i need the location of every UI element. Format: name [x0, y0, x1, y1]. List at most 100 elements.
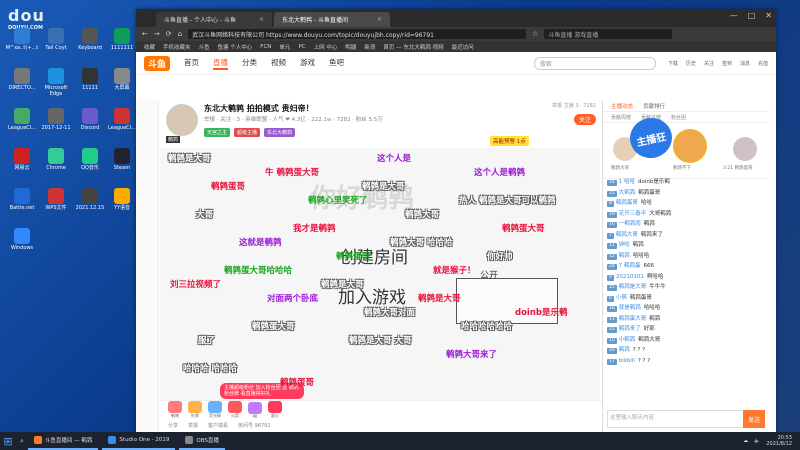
bookmark-item[interactable]: 最近访问	[452, 43, 474, 51]
bookmark-item[interactable]: 斗鱼	[199, 43, 210, 51]
chat-message[interactable]: 16 一鹌鹑雨 鹌鹑	[603, 219, 769, 230]
nav-item[interactable]: 分类	[242, 57, 257, 70]
desktop-icon[interactable]: Tail Coyt	[38, 28, 74, 51]
header-link[interactable]: 关注	[704, 60, 714, 67]
chat-username[interactable]: 鹌鹑是大哥	[619, 284, 647, 290]
tab-fans[interactable]: 粉丝团	[671, 114, 686, 121]
forward-icon[interactable]: →	[154, 30, 160, 38]
bottom-link[interactable]: 房间号 96791	[238, 422, 271, 429]
clock[interactable]: 20:53 2021/8/12	[766, 435, 792, 447]
bookmark-item[interactable]: 首页 — 东北大鹌鹑 视频	[383, 43, 443, 51]
chat-username[interactable]: 鹌鹑	[619, 253, 630, 259]
desktop-icon[interactable]: Keyboard	[72, 28, 108, 51]
back-icon[interactable]: ←	[142, 30, 148, 38]
header-link[interactable]: 下载	[668, 60, 678, 67]
nav-item[interactable]: 游戏	[300, 57, 315, 70]
desktop-icon[interactable]: 大屏幕	[104, 68, 140, 91]
chat-message[interactable]: 6 小萌 鹌鹑蛋哥	[603, 293, 769, 304]
bookmark-item[interactable]: PC	[298, 44, 305, 50]
chat-message[interactable]: 24 7 鹌鹑蛋 666	[603, 261, 769, 272]
chat-message[interactable]: 20 鹌鹑? ? ?	[603, 345, 769, 356]
tab-contribution[interactable]: 贡献排行	[643, 102, 665, 110]
header-link[interactable]: 充值	[758, 60, 768, 67]
chat-username[interactable]: 鹌鹑	[619, 347, 630, 353]
douyu-logo[interactable]: 斗鱼	[144, 55, 171, 71]
nav-item[interactable]: 视频	[271, 57, 286, 70]
desktop-icon[interactable]: 2021.12.15	[72, 188, 108, 211]
chat-username[interactable]: 大鹌鹑	[619, 190, 636, 196]
chat-message[interactable]: 12 鹌鹑 哈哈哈	[603, 251, 769, 262]
chat-message[interactable]: 22 鹌鹑来了 好耶	[603, 324, 769, 335]
bottom-link[interactable]: 分享	[168, 422, 178, 429]
taskbar-app[interactable]: 斗鱼直播间 — 鹌鹑	[27, 432, 99, 450]
chat-username[interactable]: 小鹌鹑	[619, 337, 636, 343]
close-tab-icon[interactable]: ×	[377, 16, 382, 23]
desktop-icon[interactable]: 网易云	[4, 148, 40, 171]
bookmark-item[interactable]: 上网 中心	[314, 43, 338, 51]
star-icon[interactable]: ☆	[532, 30, 538, 38]
chat-username[interactable]: 一鹌鹑雨	[619, 221, 641, 227]
gift-item[interactable]: PK	[248, 401, 262, 419]
chat-message[interactable]: 13 鹌鹑蛋大哥 鹌鹑	[603, 314, 769, 325]
chat-username[interactable]: 20210101	[616, 274, 644, 280]
streamer-avatar[interactable]	[166, 104, 198, 136]
room-report[interactable]: 举报 主播 3 · 7282	[552, 102, 596, 109]
rank-avatar-3[interactable]	[733, 137, 757, 161]
site-search-input[interactable]: 搜索	[533, 56, 656, 70]
chat-username[interactable]: 7 鹌鹑蛋	[619, 263, 641, 269]
desktop-icon[interactable]: Battle.net	[4, 188, 40, 211]
taskbar-app[interactable]: OBS直播	[179, 432, 225, 450]
gift-item[interactable]: 超火	[268, 401, 282, 419]
bookmark-item[interactable]: 新浪	[364, 43, 375, 51]
chat-username[interactable]: bilibili	[619, 358, 635, 364]
browser-search-field[interactable]: 斗鱼直播 游戏直播	[544, 29, 673, 39]
desktop-icon[interactable]: DIRECTO...	[4, 68, 40, 91]
gift-item[interactable]: 火箭	[228, 401, 242, 419]
desktop-icon[interactable]: YY语音	[104, 188, 140, 211]
close-tab-icon[interactable]: ×	[259, 16, 264, 23]
gift-item[interactable]: 鹌鹑	[168, 401, 182, 419]
chat-username[interactable]: 花开三春不	[619, 211, 647, 217]
chat-message[interactable]: 8 鹌鹑蛋哥 哈哈	[603, 198, 769, 209]
chat-username[interactable]: 小萌	[616, 295, 627, 301]
desktop-icon[interactable]: M^xa..t(+...t	[4, 28, 40, 51]
chat-list[interactable]: 14 1 哈哈 doinb是乐鹌 21 大鹌鹑 鹌鹑蛋哥 8 鹌鹑蛋哥 哈哈 19 花开三春不 大哥鹌…	[603, 177, 769, 387]
header-link[interactable]: 消息	[740, 60, 750, 67]
tab-week-rank[interactable]: 贡献周榜	[611, 114, 631, 121]
gift-item[interactable]: 荧光棒	[208, 401, 222, 419]
bookmark-item[interactable]: 鱼塘 个人中心	[218, 43, 253, 51]
home-icon[interactable]: ⌂	[178, 30, 182, 38]
chat-message[interactable]: 17 bilibili? ? ?	[603, 356, 769, 367]
chat-message[interactable]: 10 小鹌鹑 鹌鹑大哥	[603, 335, 769, 346]
browser-tab-active[interactable]: 东北大鹌鹑 - 斗鱼直播间 ×	[274, 12, 390, 27]
volume-icon[interactable]: 🔈	[754, 438, 760, 444]
header-link[interactable]: 签到	[722, 60, 732, 67]
desktop-icon[interactable]: Chrome	[38, 148, 74, 171]
url-field[interactable]: 武汉斗鱼网络科技有限公司 https://www.douyu.com/topic…	[188, 29, 527, 39]
video-player[interactable]: 你好鹌鹑 创建房间 加入游戏 公开 主播超级粉丝 加入粉丝团 送 鹌鹑 粉丝牌 …	[160, 148, 600, 400]
bookmark-item[interactable]: 单元	[279, 43, 290, 51]
desktop-icon[interactable]: Steam	[104, 148, 140, 171]
bookmark-item[interactable]: 鸭腿	[345, 43, 356, 51]
rank-avatar-1[interactable]	[673, 129, 707, 163]
tab-anchor-news[interactable]: 主播动态	[611, 102, 633, 110]
chat-message[interactable]: 7 鹌鹑大哥 鹌鹑来了	[603, 230, 769, 241]
desktop-icon[interactable]: 2017-12-11	[38, 108, 74, 131]
room-tag[interactable]: 天宫之主	[204, 128, 231, 137]
desktop-icon[interactable]: QQ音乐	[72, 148, 108, 171]
close-window-button[interactable]: ✕	[765, 11, 772, 20]
bookmark-item[interactable]: 收藏	[144, 43, 155, 51]
gift-item[interactable]: 钞票	[188, 401, 202, 419]
bottom-link[interactable]: 客户端看	[208, 422, 228, 429]
chat-username[interactable]: 鹌鹑蛋哥	[616, 200, 638, 206]
chat-username[interactable]: 鹌鹑来了	[619, 326, 641, 332]
chat-message[interactable]: 15 鹌鹑是大哥 牛牛牛	[603, 282, 769, 293]
chat-message[interactable]: 19 花开三春不 大哥鹌鹑	[603, 209, 769, 220]
taskbar-app[interactable]: Studio One - 2019	[102, 432, 176, 450]
start-button[interactable]: ⊞	[0, 435, 16, 448]
room-tag[interactable]: 超级主播	[234, 128, 261, 137]
chat-username[interactable]: 就是鹌鹑	[619, 305, 641, 311]
maximize-button[interactable]: □	[748, 11, 756, 20]
refresh-icon[interactable]: ⟳	[166, 30, 172, 38]
chat-username[interactable]: 1 哈哈	[619, 179, 635, 185]
